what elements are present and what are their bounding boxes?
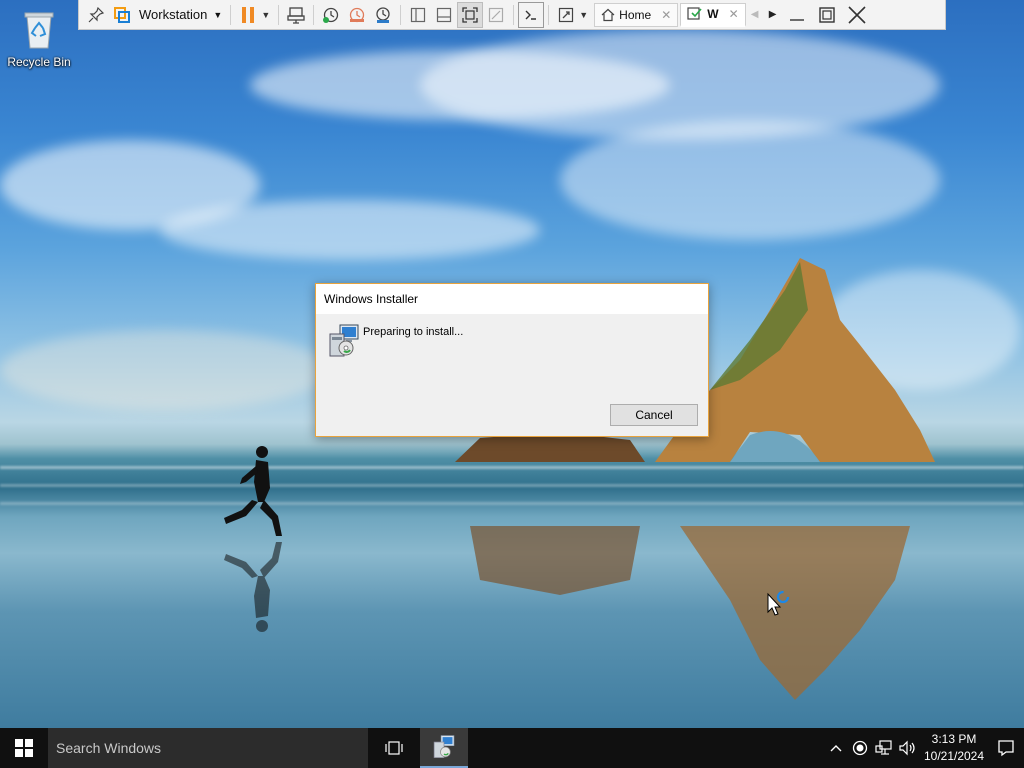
- chevron-down-icon: ▼: [213, 9, 223, 20]
- cloud: [560, 120, 940, 240]
- notification-icon: [998, 740, 1014, 757]
- windows-installer-dialog: Windows Installer Preparing to install..…: [315, 283, 709, 437]
- task-view-icon: [385, 741, 403, 755]
- close-icon: [848, 5, 866, 24]
- wave-line: [0, 484, 1024, 487]
- installer-package-icon: [329, 324, 359, 357]
- dialog-body: Preparing to install... Cancel: [316, 314, 708, 436]
- stretch-guest-button[interactable]: [553, 2, 579, 28]
- tab-home-label: Home: [619, 7, 652, 22]
- desktop-wallpaper: Recycle Bin Windows Installer Preparing …: [0, 0, 1024, 728]
- toolbar-divider: [278, 4, 280, 25]
- restore-button[interactable]: [812, 2, 842, 28]
- pause-icon: [242, 6, 255, 23]
- send-keys-icon: [287, 6, 305, 24]
- vmware-toolbar: Workstation ▼ ▼ ▼ Home ✕ W ✕ ◀ ▶: [78, 0, 946, 30]
- minimize-button[interactable]: [782, 2, 812, 28]
- runner-silhouette: [224, 446, 282, 632]
- toolbar-divider: [230, 4, 232, 25]
- console-icon: [525, 10, 537, 20]
- workstation-menu-label: Workstation: [139, 7, 208, 22]
- vm-icon: [687, 7, 702, 20]
- dialog-titlebar[interactable]: Windows Installer: [316, 284, 708, 314]
- system-tray: 3:13 PM 10/21/2024: [824, 728, 1024, 768]
- show-library-button[interactable]: [405, 2, 431, 28]
- taskbar: Search Windows 3:13 PM 10/21/2024: [0, 728, 1024, 768]
- cancel-button[interactable]: Cancel: [610, 404, 698, 426]
- home-icon: [601, 8, 615, 21]
- desktop-icon-recycle-bin[interactable]: Recycle Bin: [4, 8, 74, 69]
- close-icon[interactable]: ✕: [729, 7, 739, 21]
- stretch-icon: [559, 7, 574, 22]
- action-center-button[interactable]: [988, 728, 1024, 768]
- chevron-up-icon[interactable]: [824, 728, 848, 768]
- recycle-bin-icon: [24, 12, 54, 49]
- tab-home[interactable]: Home ✕: [594, 2, 679, 27]
- toolbar-divider: [548, 4, 550, 25]
- snapshot-manager-button[interactable]: [370, 2, 396, 28]
- windows-logo-icon: [15, 739, 33, 757]
- clock-date: 10/21/2024: [923, 749, 985, 763]
- toolbar-divider: [313, 4, 315, 25]
- take-snapshot-button[interactable]: [318, 2, 344, 28]
- pin-toolbar-button[interactable]: [83, 2, 109, 28]
- pin-icon: [88, 6, 104, 22]
- tab-scroll-right-icon[interactable]: ▶: [764, 2, 782, 28]
- vmware-logo-button[interactable]: [109, 2, 135, 28]
- task-view-button[interactable]: [370, 728, 418, 768]
- record-icon[interactable]: [848, 728, 872, 768]
- close-window-button[interactable]: [842, 2, 872, 28]
- library-icon: [411, 7, 426, 22]
- wave-line: [0, 466, 1024, 469]
- revert-snapshot-button[interactable]: [344, 2, 370, 28]
- pause-vm-button[interactable]: [235, 2, 261, 28]
- restore-icon: [818, 6, 835, 23]
- cloud: [0, 330, 330, 410]
- snapshot-take-icon: [323, 7, 339, 23]
- fullscreen-icon: [462, 6, 478, 23]
- dialog-message: Preparing to install...: [363, 326, 464, 338]
- full-screen-button[interactable]: [457, 1, 484, 28]
- stretch-dropdown-icon[interactable]: ▼: [579, 10, 588, 20]
- thumbnail-bar-button[interactable]: [431, 2, 457, 28]
- wave-line: [0, 502, 1024, 505]
- tab-vm-label: W: [707, 7, 719, 21]
- busy-cursor-icon: [767, 590, 790, 616]
- workstation-menu[interactable]: Workstation ▼: [135, 2, 226, 28]
- recycle-bin-label: Recycle Bin: [7, 55, 71, 69]
- clock-time: 3:13 PM: [931, 732, 977, 746]
- console-view-button[interactable]: [518, 1, 545, 28]
- taskbar-clock[interactable]: 3:13 PM 10/21/2024: [920, 731, 988, 765]
- start-button[interactable]: [0, 728, 48, 768]
- thumbnail-icon: [437, 7, 452, 22]
- pause-dropdown-icon[interactable]: ▼: [261, 10, 270, 20]
- close-icon[interactable]: ✕: [661, 8, 671, 22]
- toolbar-divider: [513, 4, 515, 25]
- dialog-title: Windows Installer: [324, 292, 419, 306]
- minimize-icon: [789, 18, 804, 21]
- snapshot-manager-icon: [376, 6, 390, 23]
- send-ctrl-alt-del-button[interactable]: [283, 2, 309, 28]
- installer-package-icon: [433, 735, 455, 758]
- network-icon[interactable]: [872, 728, 896, 768]
- vmware-logo-icon: [114, 6, 130, 23]
- search-placeholder: Search Windows: [56, 740, 162, 756]
- tab-vm[interactable]: W ✕: [680, 2, 746, 27]
- unity-button[interactable]: [483, 2, 509, 28]
- toolbar-divider: [400, 4, 402, 25]
- volume-icon[interactable]: [896, 728, 920, 768]
- snapshot-revert-icon: [350, 7, 365, 22]
- taskbar-search-box[interactable]: Search Windows: [48, 728, 368, 768]
- tab-scroll-left-icon[interactable]: ◀: [746, 2, 764, 28]
- taskbar-app-windows-installer[interactable]: [420, 728, 468, 768]
- unity-icon: [489, 7, 504, 22]
